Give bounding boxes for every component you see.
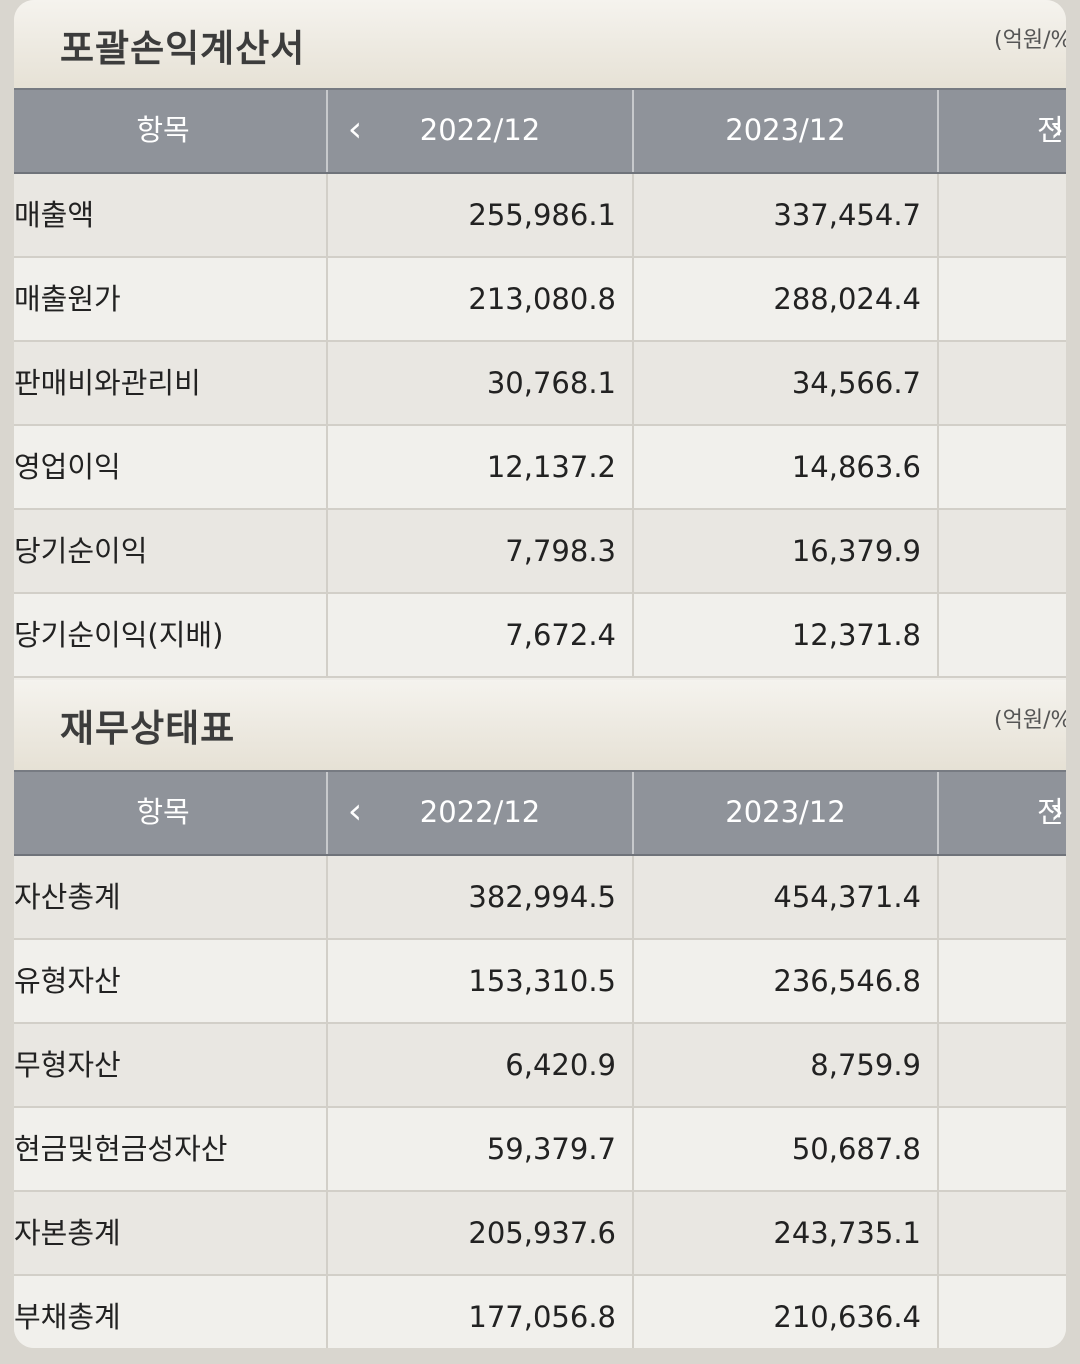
value-2022: 177,056.8 — [326, 1276, 632, 1348]
value-2023: 12,371.8 — [632, 594, 937, 676]
balance-sheet-unit: (억원/%) — [994, 708, 1066, 733]
value-yoy — [937, 426, 1066, 508]
value-2023: 454,371.4 — [632, 856, 937, 938]
row-label: 영업이익 — [14, 450, 121, 484]
financial-card: 포괄손익계산서 (억원/%) 항목 2022/12 ‹ 2023/12 전년 ›… — [14, 0, 1066, 1348]
income-statement-header: 포괄손익계산서 (억원/%) — [14, 0, 1066, 90]
balance-sheet-table: 항목 2022/12 ‹ 2023/12 전년 › 자산총계 382,994.5… — [14, 770, 1066, 1348]
table-row: 매출액 255,986.1 337,454.7 — [14, 174, 1066, 258]
value-yoy — [937, 258, 1066, 340]
value-2023: 50,687.8 — [632, 1108, 937, 1190]
table-row: 매출원가 213,080.8 288,024.4 — [14, 258, 1066, 342]
value-2022: 12,137.2 — [326, 426, 632, 508]
chevron-left-icon[interactable]: ‹ — [340, 772, 370, 854]
value-2023: 16,379.9 — [632, 510, 937, 592]
value-yoy — [937, 594, 1066, 676]
value-2023: 243,735.1 — [632, 1192, 937, 1274]
chevron-left-icon[interactable]: ‹ — [340, 90, 370, 172]
value-2023: 14,863.6 — [632, 426, 937, 508]
balance-sheet-title: 재무상태표 — [60, 707, 236, 750]
value-yoy — [937, 1024, 1066, 1106]
value-2022: 7,672.4 — [326, 594, 632, 676]
row-label: 매출액 — [14, 198, 95, 232]
table-row: 자산총계 382,994.5 454,371.4 — [14, 856, 1066, 940]
value-2022: 30,768.1 — [326, 342, 632, 424]
table-row: 당기순이익(지배) 7,672.4 12,371.8 — [14, 594, 1066, 678]
table-row: 현금및현금성자산 59,379.7 50,687.8 — [14, 1108, 1066, 1192]
row-label: 자본총계 — [14, 1216, 121, 1250]
value-2023: 337,454.7 — [632, 174, 937, 256]
table-row: 무형자산 6,420.9 8,759.9 — [14, 1024, 1066, 1108]
value-2023: 8,759.9 — [632, 1024, 937, 1106]
table-row: 부채총계 177,056.8 210,636.4 — [14, 1276, 1066, 1348]
value-2022: 153,310.5 — [326, 940, 632, 1022]
value-yoy — [937, 940, 1066, 1022]
income-statement-rows: 매출액 255,986.1 337,454.7 매출원가 213,080.8 2… — [14, 174, 1066, 678]
value-2023: 34,566.7 — [632, 342, 937, 424]
value-2022: 205,937.6 — [326, 1192, 632, 1274]
value-2022: 213,080.8 — [326, 258, 632, 340]
row-label: 당기순이익(지배) — [14, 618, 224, 652]
value-2022: 7,798.3 — [326, 510, 632, 592]
value-2023: 288,024.4 — [632, 258, 937, 340]
row-label: 자산총계 — [14, 880, 121, 914]
table-header-row: 항목 2022/12 ‹ 2023/12 전년 › — [14, 770, 1066, 856]
column-header-item: 항목 — [136, 113, 190, 147]
column-header-2022: 2022/12 — [326, 90, 632, 172]
value-yoy — [937, 342, 1066, 424]
table-row: 판매비와관리비 30,768.1 34,566.7 — [14, 342, 1066, 426]
row-label: 유형자산 — [14, 964, 121, 998]
column-header-item: 항목 — [136, 795, 190, 829]
balance-sheet-rows: 자산총계 382,994.5 454,371.4 유형자산 153,310.5 … — [14, 856, 1066, 1348]
income-statement-unit: (억원/%) — [994, 28, 1066, 53]
value-2022: 382,994.5 — [326, 856, 632, 938]
row-label: 현금및현금성자산 — [14, 1132, 228, 1166]
value-yoy — [937, 510, 1066, 592]
chevron-right-icon[interactable]: › — [1044, 90, 1066, 172]
column-header-2022: 2022/12 — [326, 772, 632, 854]
income-statement-table: 항목 2022/12 ‹ 2023/12 전년 › 매출액 255,986.1 … — [14, 88, 1066, 678]
chevron-right-icon[interactable]: › — [1044, 772, 1066, 854]
table-row: 유형자산 153,310.5 236,546.8 — [14, 940, 1066, 1024]
income-statement-title: 포괄손익계산서 — [60, 27, 306, 70]
row-label: 부채총계 — [14, 1300, 121, 1334]
value-2022: 59,379.7 — [326, 1108, 632, 1190]
value-yoy — [937, 856, 1066, 938]
value-2023: 210,636.4 — [632, 1276, 937, 1348]
column-header-2023: 2023/12 — [632, 90, 937, 172]
value-yoy — [937, 1108, 1066, 1190]
row-label: 당기순이익 — [14, 534, 148, 568]
value-2022: 255,986.1 — [326, 174, 632, 256]
balance-sheet-header: 재무상태표 (억원/%) — [14, 680, 1066, 770]
table-row: 당기순이익 7,798.3 16,379.9 — [14, 510, 1066, 594]
row-label: 매출원가 — [14, 282, 121, 316]
value-2023: 236,546.8 — [632, 940, 937, 1022]
value-yoy — [937, 1192, 1066, 1274]
value-2022: 6,420.9 — [326, 1024, 632, 1106]
table-header-row: 항목 2022/12 ‹ 2023/12 전년 › — [14, 88, 1066, 174]
row-label: 판매비와관리비 — [14, 366, 201, 400]
row-label: 무형자산 — [14, 1048, 121, 1082]
column-header-2023: 2023/12 — [632, 772, 937, 854]
table-row: 영업이익 12,137.2 14,863.6 — [14, 426, 1066, 510]
value-yoy — [937, 1276, 1066, 1348]
value-yoy — [937, 174, 1066, 256]
table-row: 자본총계 205,937.6 243,735.1 — [14, 1192, 1066, 1276]
